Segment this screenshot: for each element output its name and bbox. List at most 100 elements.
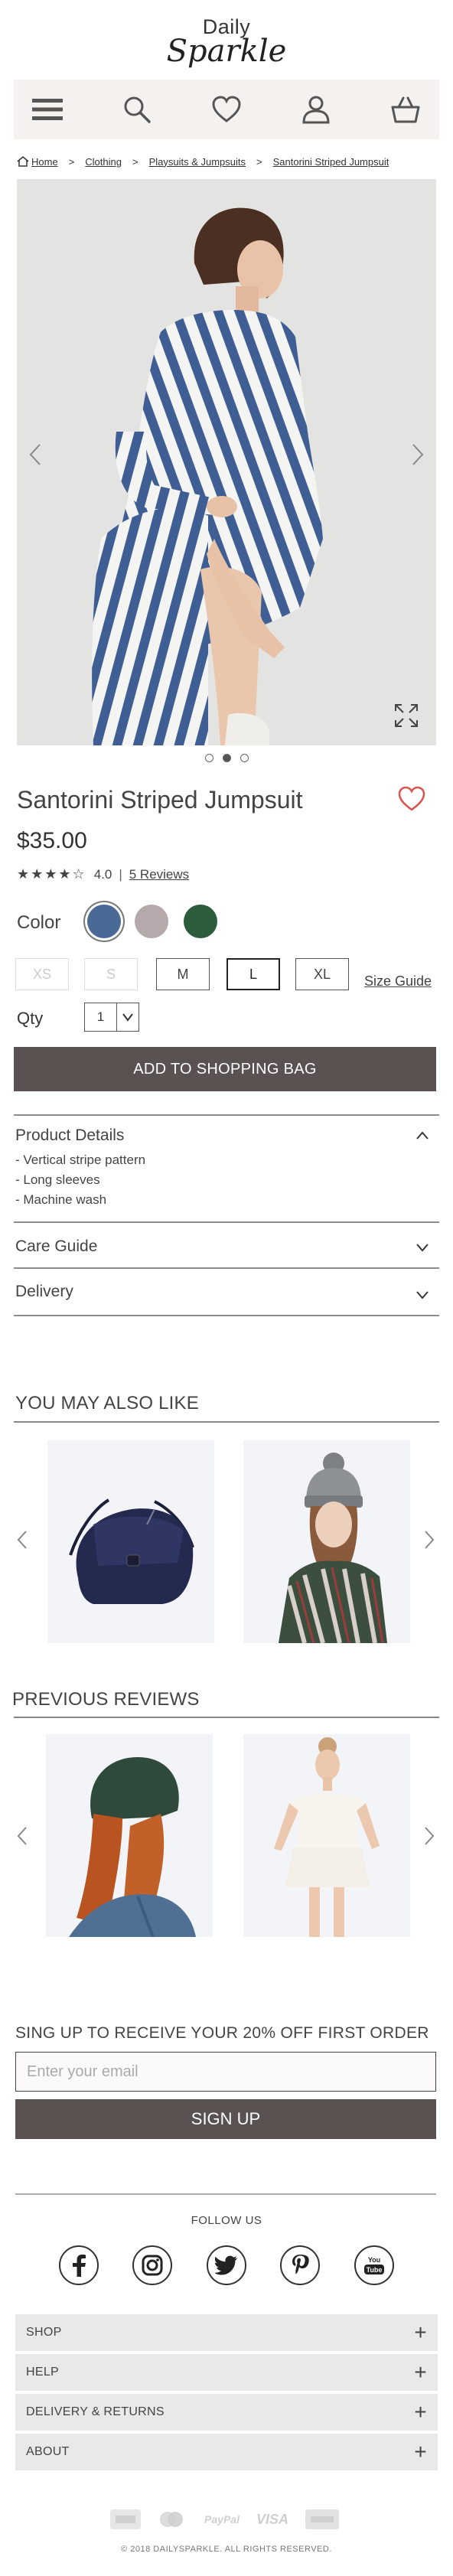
- product-card-beanie[interactable]: [243, 1440, 410, 1643]
- carousel-dot[interactable]: [240, 754, 249, 762]
- quantity-select[interactable]: 1: [84, 1003, 139, 1032]
- chevron-down-icon: [117, 1003, 139, 1031]
- brand-logo[interactable]: Daily Sparkle: [0, 17, 453, 67]
- carousel-dots: [0, 754, 453, 762]
- section-title-reviews: PREVIOUS REVIEWS: [12, 1689, 200, 1710]
- plus-icon: +: [414, 2400, 427, 2424]
- accordion-care-guide[interactable]: Care Guide: [15, 1237, 97, 1256]
- breadcrumb: Home > Clothing > Playsuits & Jumpsuits …: [17, 154, 389, 169]
- footer-link-label: DELIVERY & RETURNS: [26, 2405, 165, 2418]
- email-input[interactable]: [15, 2052, 436, 2092]
- home-icon: [17, 156, 29, 167]
- quantity-value: 1: [85, 1003, 117, 1031]
- accordion-product-details[interactable]: Product Details: [15, 1127, 124, 1145]
- review-photo-green-beanie: [69, 1757, 196, 1937]
- menu-icon[interactable]: [31, 93, 64, 126]
- product-price: $35.00: [17, 828, 87, 853]
- rating-separator: |: [119, 866, 122, 882]
- reviews-prev-arrow[interactable]: [11, 1821, 34, 1851]
- search-icon[interactable]: [120, 93, 154, 126]
- color-swatch-blue[interactable]: [87, 905, 121, 938]
- breadcrumb-separator: >: [68, 155, 75, 168]
- chevron-down-icon[interactable]: [413, 1286, 432, 1304]
- size-l[interactable]: L: [226, 958, 280, 990]
- color-swatch-green[interactable]: [184, 905, 217, 938]
- copyright-text: © 2018 DAILYSPARKLE. ALL RIGHTS RESERVED…: [121, 2545, 332, 2554]
- breadcrumb-home[interactable]: Home: [31, 156, 58, 168]
- signup-title: SING UP TO RECEIVE YOUR 20% OFF FIRST OR…: [15, 2024, 429, 2042]
- product-image-carousel[interactable]: [17, 179, 436, 745]
- wishlist-heart-icon[interactable]: [396, 784, 427, 815]
- beanie-photo: [279, 1453, 387, 1643]
- amex-icon: [109, 2509, 142, 2530]
- footer-link-label: SHOP: [26, 2326, 62, 2339]
- visa-text: VISA: [256, 2512, 288, 2527]
- youtube-tube-text: Tube: [367, 2266, 383, 2274]
- size-xs[interactable]: XS: [15, 958, 69, 990]
- footer-link-help[interactable]: HELP +: [15, 2354, 438, 2391]
- twitter-icon[interactable]: [207, 2245, 246, 2285]
- youtube-you-text: You: [368, 2256, 380, 2264]
- carousel-next-arrow[interactable]: [402, 432, 433, 478]
- card-icon: [305, 2509, 340, 2530]
- review-card-green-beanie[interactable]: [46, 1734, 213, 1937]
- size-guide-link[interactable]: Size Guide: [364, 973, 432, 990]
- divider: [15, 2193, 436, 2195]
- footer-link-delivery-returns[interactable]: DELIVERY & RETURNS +: [15, 2394, 438, 2431]
- product-card-bag[interactable]: [47, 1440, 214, 1643]
- footer-link-shop[interactable]: SHOP +: [15, 2314, 438, 2351]
- carousel-prev-arrow[interactable]: [20, 432, 51, 478]
- plus-icon: +: [414, 2360, 427, 2384]
- recommend-prev-arrow[interactable]: [11, 1524, 34, 1555]
- footer-link-label: ABOUT: [26, 2445, 70, 2458]
- carousel-dot-active[interactable]: [222, 754, 231, 762]
- recommend-next-arrow[interactable]: [418, 1524, 441, 1555]
- carousel-dot[interactable]: [204, 754, 213, 762]
- qty-label: Qty: [17, 1009, 44, 1028]
- breadcrumb-current[interactable]: Santorini Striped Jumpsuit: [273, 156, 389, 168]
- facebook-icon[interactable]: [59, 2245, 99, 2285]
- pinterest-icon[interactable]: [280, 2245, 320, 2285]
- breadcrumb-clothing[interactable]: Clothing: [85, 156, 122, 168]
- divider: [14, 1114, 439, 1116]
- breadcrumb-separator: >: [256, 155, 262, 168]
- user-icon[interactable]: [299, 93, 333, 126]
- reviews-next-arrow[interactable]: [418, 1821, 441, 1851]
- shopping-bag-icon[interactable]: [389, 93, 422, 126]
- top-navbar: [14, 80, 439, 139]
- size-xl[interactable]: XL: [295, 958, 349, 990]
- color-label: Color: [17, 912, 61, 933]
- chevron-up-icon[interactable]: [413, 1127, 432, 1145]
- instagram-icon[interactable]: [132, 2245, 172, 2285]
- logo-bottom-text: Sparkle: [166, 34, 287, 69]
- plus-icon: +: [414, 2440, 427, 2464]
- footer-link-about[interactable]: ABOUT +: [15, 2434, 438, 2470]
- plus-icon: +: [414, 2320, 427, 2344]
- divider: [14, 1315, 439, 1316]
- details-item: - Vertical stripe pattern: [15, 1153, 146, 1167]
- expand-icon[interactable]: [393, 703, 419, 729]
- paypal-icon: PayPal: [200, 2509, 243, 2530]
- reviews-link[interactable]: 5 Reviews: [129, 867, 189, 882]
- footer-link-label: HELP: [26, 2366, 59, 2379]
- add-to-bag-button[interactable]: ADD TO SHOPPING BAG: [14, 1047, 436, 1091]
- details-item: - Machine wash: [15, 1192, 107, 1207]
- details-item: - Long sleeves: [15, 1172, 100, 1187]
- heart-icon[interactable]: [210, 93, 243, 126]
- color-swatch-mauve[interactable]: [135, 905, 168, 938]
- product-title: Santorini Striped Jumpsuit: [17, 786, 303, 814]
- review-card-white-dress[interactable]: [243, 1734, 410, 1937]
- signup-button[interactable]: SIGN UP: [15, 2099, 436, 2139]
- mastercard-icon: [155, 2509, 187, 2530]
- rating-value: 4.0: [93, 866, 112, 882]
- breadcrumb-playsuits[interactable]: Playsuits & Jumpsuits: [149, 156, 246, 168]
- breadcrumb-separator: >: [132, 155, 139, 168]
- size-s[interactable]: S: [84, 958, 138, 990]
- size-m[interactable]: M: [156, 958, 210, 990]
- youtube-icon[interactable]: You Tube: [354, 2245, 394, 2285]
- product-page: Daily Sparkle Home > Clothing > Playsuit…: [0, 0, 453, 2576]
- accordion-delivery[interactable]: Delivery: [15, 1283, 73, 1301]
- divider: [14, 1421, 439, 1423]
- rating-row: ★★★★☆ 4.0 | 5 Reviews: [17, 866, 189, 882]
- chevron-down-icon[interactable]: [413, 1238, 432, 1257]
